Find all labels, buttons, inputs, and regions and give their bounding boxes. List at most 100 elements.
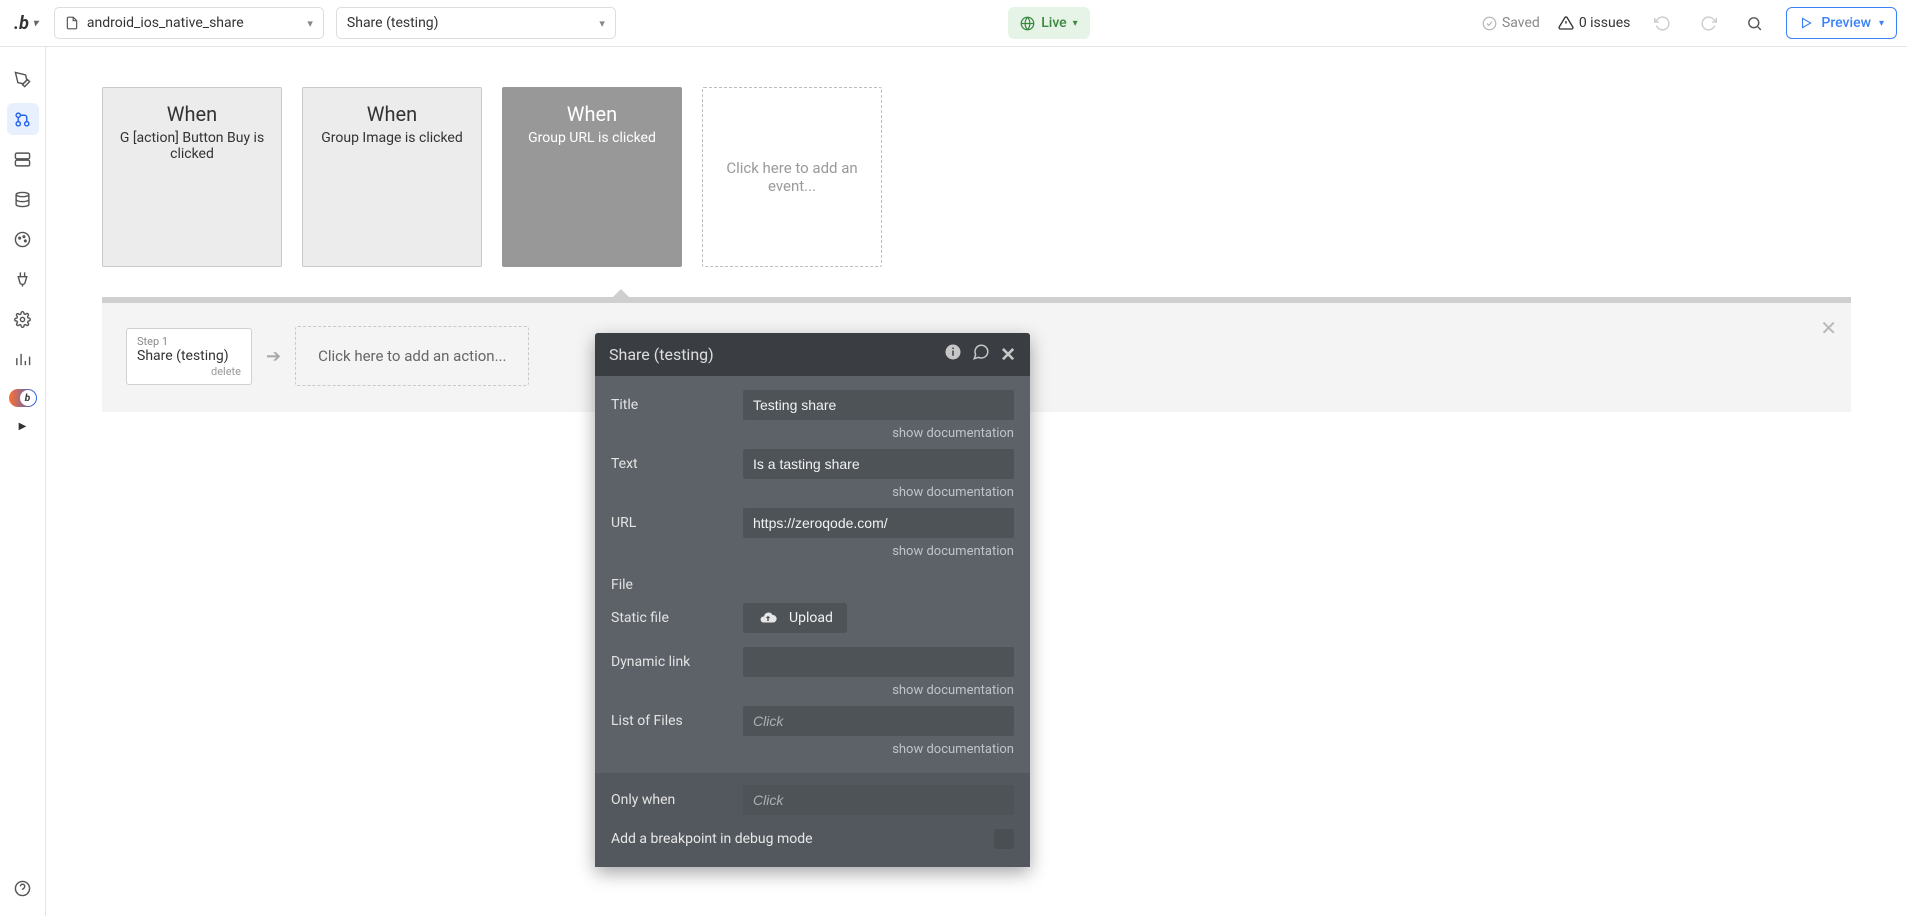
divider-arrow: [612, 289, 630, 298]
event-when: When: [513, 102, 671, 126]
field-label-breakpoint: Add a breakpoint in debug mode: [611, 831, 982, 847]
globe-icon: [1020, 16, 1035, 31]
upload-button[interactable]: Upload: [743, 603, 847, 633]
property-editor-title: Share (testing): [609, 345, 714, 364]
doc-link[interactable]: show documentation: [611, 544, 1014, 559]
workflow-name: Share (testing): [347, 15, 439, 31]
step-title: Share (testing): [137, 348, 241, 364]
cloud-upload-icon: [757, 609, 779, 627]
chart-icon: [14, 351, 31, 368]
nav-logs[interactable]: [7, 343, 39, 375]
event-card-selected[interactable]: When Group URL is clicked: [502, 87, 682, 267]
play-icon: [1799, 16, 1813, 30]
breakpoint-checkbox[interactable]: [994, 829, 1014, 849]
doc-link[interactable]: show documentation: [611, 426, 1014, 441]
doc-link[interactable]: show documentation: [611, 683, 1014, 698]
property-editor-header[interactable]: Share (testing) ✕: [595, 333, 1030, 376]
add-event-card[interactable]: Click here to add an event...: [702, 87, 882, 267]
field-label-static-file: Static file: [611, 610, 731, 626]
event-desc: Group Image is clicked: [313, 130, 471, 146]
events-row: When G [action] Button Buy is clicked Wh…: [102, 87, 1851, 267]
gear-icon: [14, 311, 31, 328]
event-card[interactable]: When G [action] Button Buy is clicked: [102, 87, 282, 267]
add-event-text: Click here to add an event...: [713, 159, 871, 195]
field-input-only-when[interactable]: [743, 785, 1014, 815]
chevron-down-icon: ▾: [1073, 18, 1078, 29]
event-desc: Group URL is clicked: [513, 130, 671, 146]
nav-design[interactable]: [7, 63, 39, 95]
close-icon[interactable]: ✕: [1000, 343, 1016, 366]
plug-icon: [14, 271, 31, 288]
saved-label: Saved: [1502, 15, 1540, 31]
live-label: Live: [1041, 15, 1066, 31]
chevron-down-icon: ▾: [1879, 18, 1884, 29]
redo-icon: [1700, 15, 1717, 32]
close-actions-button[interactable]: ✕: [1820, 316, 1837, 340]
field-label-dynamic-link: Dynamic link: [611, 654, 731, 670]
field-input-title[interactable]: [743, 390, 1014, 420]
undo-icon: [1654, 15, 1671, 32]
nav-settings[interactable]: [7, 303, 39, 335]
doc-link[interactable]: show documentation: [611, 742, 1014, 757]
nav-database[interactable]: [7, 183, 39, 215]
issues-button[interactable]: 0 issues: [1558, 15, 1631, 31]
help-icon: [14, 880, 31, 897]
section-label-file: File: [611, 577, 1014, 593]
event-card[interactable]: When Group Image is clicked: [302, 87, 482, 267]
chevron-down-icon: ▾: [33, 18, 38, 29]
nav-data[interactable]: [7, 143, 39, 175]
undo-button[interactable]: [1648, 9, 1676, 37]
field-label-only-when: Only when: [611, 792, 731, 808]
chevron-down-icon: ▾: [307, 17, 313, 30]
left-sidebar: ▶: [0, 47, 46, 916]
topbar: .b ▾ android_ios_native_share ▾ Share (t…: [0, 0, 1907, 47]
live-status[interactable]: Live ▾: [1008, 7, 1090, 39]
warning-icon: [1558, 15, 1574, 31]
info-icon[interactable]: [944, 343, 962, 366]
nav-workflow[interactable]: [7, 103, 39, 135]
save-status: Saved: [1482, 15, 1540, 31]
pencil-icon: [14, 71, 31, 88]
property-editor: Share (testing) ✕ Title show documentati…: [595, 333, 1030, 867]
event-when: When: [313, 102, 471, 126]
workflow-icon: [14, 111, 31, 128]
step-delete[interactable]: delete: [137, 365, 241, 378]
preview-label: Preview: [1821, 15, 1871, 31]
field-input-url[interactable]: [743, 508, 1014, 538]
doc-link[interactable]: show documentation: [611, 485, 1014, 500]
issues-label: 0 issues: [1579, 15, 1631, 31]
nav-styles[interactable]: [7, 223, 39, 255]
step-card[interactable]: Step 1 Share (testing) delete: [126, 328, 252, 385]
add-action-text: Click here to add an action...: [318, 347, 506, 365]
nav-plugins[interactable]: [7, 263, 39, 295]
page-name: android_ios_native_share: [87, 15, 244, 31]
event-desc: G [action] Button Buy is clicked: [113, 130, 271, 162]
chevron-down-icon: ▾: [599, 17, 605, 30]
logo-menu[interactable]: .b ▾: [10, 13, 42, 34]
redo-button[interactable]: [1694, 9, 1722, 37]
field-input-text[interactable]: [743, 449, 1014, 479]
check-circle-icon: [1482, 16, 1497, 31]
upload-label: Upload: [789, 610, 833, 626]
field-label-title: Title: [611, 397, 731, 413]
page-selector[interactable]: android_ios_native_share ▾: [54, 7, 324, 39]
arrow-right-icon: ➔: [266, 346, 281, 367]
workflow-selector[interactable]: Share (testing) ▾: [336, 7, 616, 39]
field-input-dynamic-link[interactable]: [743, 647, 1014, 677]
add-action-card[interactable]: Click here to add an action...: [295, 326, 529, 386]
nav-toggle[interactable]: [9, 389, 37, 407]
database-icon: [14, 191, 31, 208]
nav-help[interactable]: [7, 872, 39, 904]
search-button[interactable]: [1740, 9, 1768, 37]
field-input-list-files[interactable]: [743, 706, 1014, 736]
field-label-text: Text: [611, 456, 731, 472]
preview-button[interactable]: Preview ▾: [1786, 7, 1897, 39]
field-label-list-files: List of Files: [611, 713, 731, 729]
comment-icon[interactable]: [972, 343, 990, 366]
event-when: When: [113, 102, 271, 126]
expand-sidebar[interactable]: ▶: [19, 421, 27, 432]
search-icon: [1746, 15, 1763, 32]
server-icon: [14, 151, 31, 168]
palette-icon: [14, 231, 31, 248]
file-icon: [65, 16, 79, 30]
